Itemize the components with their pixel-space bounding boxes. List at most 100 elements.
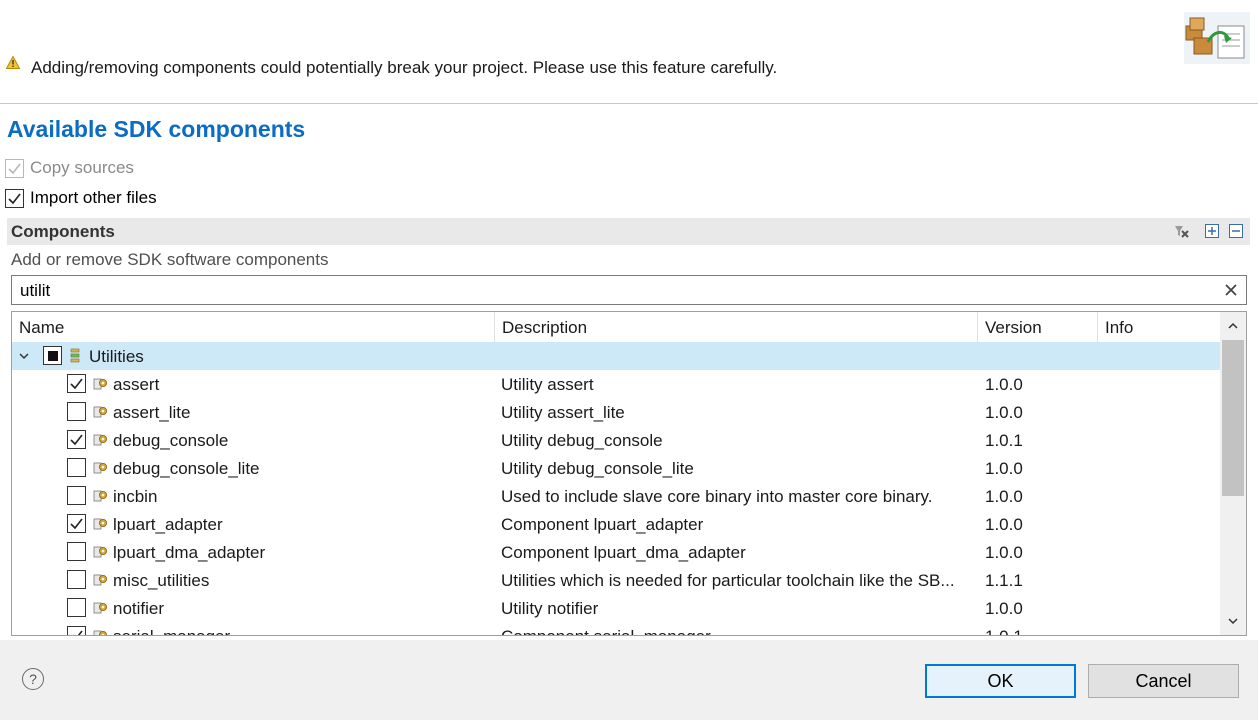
component-group-icon <box>70 348 80 363</box>
table-row[interactable]: notifier Utility notifier 1.0.0 <box>12 594 1220 622</box>
component-filter-input[interactable]: utilit <box>11 275 1247 305</box>
page-title: Available SDK components <box>7 116 306 142</box>
checkmark-icon <box>77 630 83 635</box>
table-row[interactable]: serial_manager Component serial_manager 1.… <box>12 622 1220 635</box>
help-icon[interactable]: ? <box>22 668 44 690</box>
import-other-files-label: Import other files <box>30 188 157 207</box>
column-header-name[interactable]: Name <box>12 312 495 342</box>
warning-icon <box>6 56 20 69</box>
component-icon <box>93 574 107 586</box>
collapse-all-button[interactable] <box>1227 222 1245 240</box>
table-row[interactable]: lpuart_dma_adapter Component lpuart_dma_a… <box>12 538 1220 566</box>
component-icon <box>93 434 107 446</box>
scroll-up-icon[interactable] <box>1227 320 1239 332</box>
group-label: Utilities <box>89 347 144 366</box>
component-version: 1.0.0 <box>985 403 1023 422</box>
component-description: Utility assert_lite <box>501 403 625 422</box>
table-row[interactable]: debug_console Utility debug_console 1.0.1 <box>12 426 1220 454</box>
clear-filter-button[interactable] <box>1172 222 1190 240</box>
column-header-description[interactable]: Description <box>495 312 978 342</box>
scrollbar-thumb[interactable] <box>1222 340 1244 496</box>
component-name: assert <box>113 375 160 394</box>
component-icon <box>93 406 107 418</box>
copy-sources-label: Copy sources <box>30 158 134 177</box>
component-name: debug_console_lite <box>113 459 260 478</box>
table-row[interactable]: lpuart_adapter Component lpuart_adapter 1.… <box>12 510 1220 538</box>
component-checkbox[interactable] <box>67 374 86 393</box>
component-rows: assert Utility assert 1.0.0 assert_lite Util… <box>12 370 1220 635</box>
group-row-utilities[interactable]: Utilities <box>12 342 1220 370</box>
import-other-files-checkbox[interactable] <box>5 188 24 208</box>
add-sdk-components-dialog: Adding/removing components could potenti… <box>0 0 1258 720</box>
component-version: 1.0.0 <box>985 599 1023 618</box>
component-version: 1.0.0 <box>985 459 1023 478</box>
table-body: Utilities assert Utility assert 1.0.0 asser… <box>12 342 1220 635</box>
table-header: Name Description Version Info <box>12 312 1220 342</box>
checkmark-icon <box>70 434 83 446</box>
component-version: 1.0.1 <box>985 627 1023 635</box>
partial-check-mark <box>47 350 58 361</box>
component-checkbox[interactable] <box>67 514 86 533</box>
component-version: 1.0.1 <box>985 431 1023 450</box>
warning-message: Adding/removing components could potenti… <box>31 58 778 77</box>
checkmark-icon <box>8 193 21 204</box>
component-icon <box>93 378 107 390</box>
table-row[interactable]: assert Utility assert 1.0.0 <box>12 370 1220 398</box>
checkmark-icon <box>8 163 21 174</box>
component-version: 1.0.0 <box>985 487 1023 506</box>
component-version: 1.1.1 <box>985 571 1023 590</box>
component-description: Utility assert <box>501 375 594 394</box>
component-name: incbin <box>113 487 158 506</box>
component-name: assert_lite <box>113 403 191 422</box>
component-checkbox[interactable] <box>67 626 86 635</box>
component-checkbox[interactable] <box>67 598 86 617</box>
clear-filter-icon <box>1175 226 1189 238</box>
component-checkbox[interactable] <box>67 458 86 477</box>
component-icon <box>93 602 107 614</box>
table-row[interactable]: assert_lite Utility assert_lite 1.0.0 <box>12 398 1220 426</box>
group-checkbox[interactable] <box>43 346 62 365</box>
component-checkbox[interactable] <box>67 542 86 561</box>
component-description: Component lpuart_adapter <box>501 515 704 534</box>
table-row[interactable]: incbin Used to include slave core binary … <box>12 482 1220 510</box>
clear-text-icon[interactable] <box>1222 281 1240 299</box>
expand-all-button[interactable] <box>1203 222 1221 240</box>
component-version: 1.0.0 <box>985 543 1023 562</box>
component-checkbox[interactable] <box>67 486 86 505</box>
component-description: Utility debug_console_lite <box>501 459 694 478</box>
checkmark-icon <box>70 378 83 390</box>
component-icon <box>93 462 107 474</box>
component-version: 1.0.0 <box>985 375 1023 394</box>
component-name: lpuart_dma_adapter <box>113 543 266 562</box>
import-other-files-option[interactable]: Import other files <box>5 188 157 208</box>
component-name: notifier <box>113 599 165 618</box>
cancel-button[interactable]: Cancel <box>1088 664 1239 698</box>
component-checkbox[interactable] <box>67 430 86 449</box>
section-title: Components <box>11 222 115 241</box>
warning-banner: Adding/removing components could potenti… <box>0 0 1258 104</box>
filter-value[interactable]: utilit <box>20 281 50 301</box>
table-row[interactable]: debug_console_lite Utility debug_console_… <box>12 454 1220 482</box>
copy-sources-checkbox <box>5 158 24 178</box>
component-description: Used to include slave core binary into m… <box>501 487 933 506</box>
component-description: Utility debug_console <box>501 431 663 450</box>
dialog-footer: ? OK Cancel <box>0 640 1258 720</box>
component-description: Utilities which is needed for particular… <box>501 571 955 590</box>
ok-button[interactable]: OK <box>925 664 1076 698</box>
collapse-all-icon <box>1229 224 1243 238</box>
table-row[interactable]: misc_utilities Utilities which is needed … <box>12 566 1220 594</box>
checkmark-icon <box>70 518 83 530</box>
component-name: debug_console <box>113 431 229 450</box>
component-version: 1.0.0 <box>985 515 1023 534</box>
component-checkbox[interactable] <box>67 402 86 421</box>
chevron-down-icon[interactable] <box>18 350 30 362</box>
column-header-version[interactable]: Version <box>978 312 1098 342</box>
component-name: lpuart_adapter <box>113 515 223 534</box>
component-description: Component lpuart_dma_adapter <box>501 543 746 562</box>
components-section-header: Components <box>7 218 1250 245</box>
components-subtitle: Add or remove SDK software components <box>11 250 329 269</box>
component-checkbox[interactable] <box>67 570 86 589</box>
column-header-info[interactable]: Info <box>1098 312 1220 342</box>
scroll-down-icon[interactable] <box>1227 615 1239 627</box>
vertical-scrollbar[interactable] <box>1220 312 1246 635</box>
